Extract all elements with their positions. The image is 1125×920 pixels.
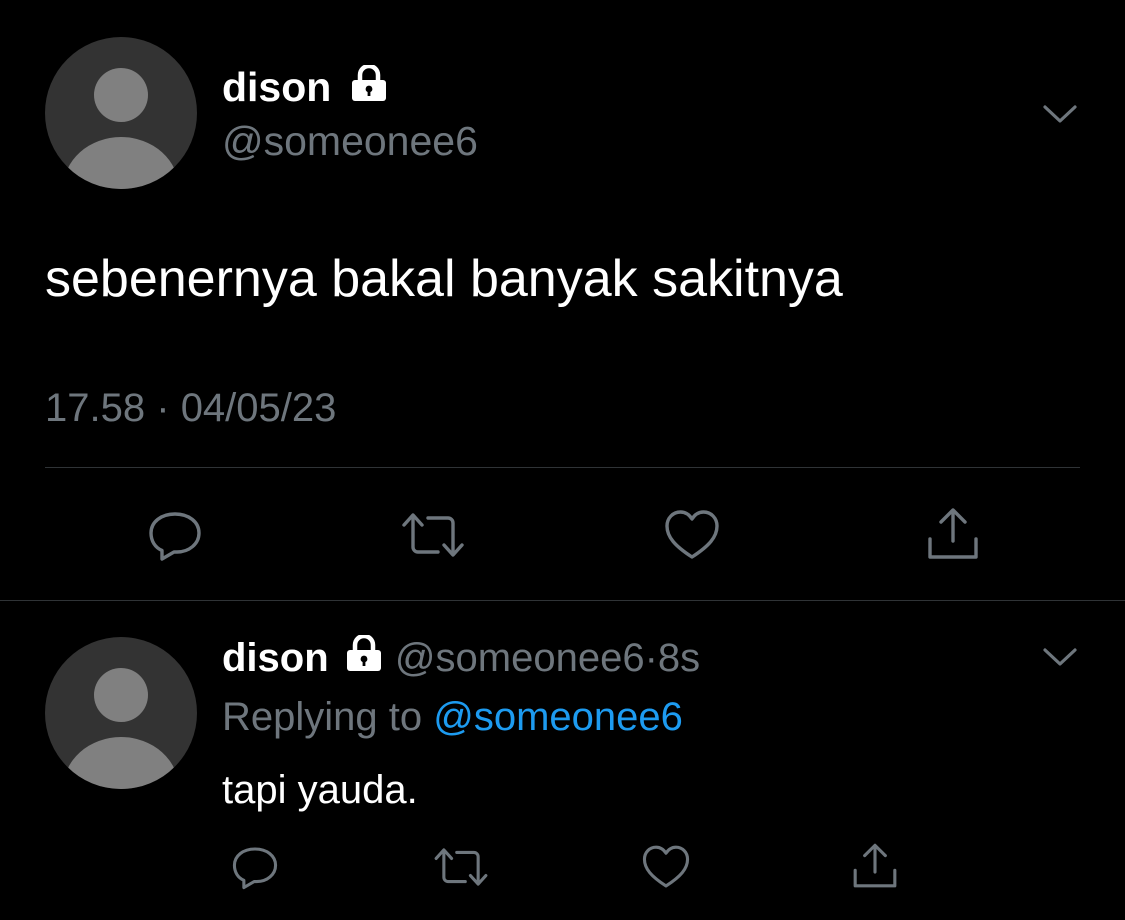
like-icon — [665, 510, 719, 559]
reply-button[interactable] — [140, 505, 210, 565]
replying-handle-link[interactable]: @someonee6 — [433, 695, 683, 739]
chevron-down-icon[interactable] — [1040, 643, 1080, 671]
share-button[interactable] — [845, 838, 905, 894]
time: 17.58 — [45, 386, 146, 430]
date: 04/05/23 — [180, 386, 337, 430]
lock-icon — [344, 633, 384, 682]
divider — [45, 467, 1080, 468]
reply-button[interactable] — [225, 840, 285, 894]
default-avatar-icon — [63, 668, 179, 789]
replying-label: Replying to — [222, 695, 423, 739]
like-button[interactable] — [657, 505, 727, 565]
reply-icon — [232, 847, 278, 890]
reply-text: tapi yauda. — [222, 768, 418, 812]
share-icon — [928, 508, 978, 559]
retweet-icon — [402, 513, 464, 557]
default-avatar-icon — [63, 68, 179, 189]
reply-icon — [149, 512, 201, 561]
like-icon — [642, 845, 690, 888]
separator: · — [156, 386, 170, 430]
like-button[interactable] — [636, 840, 696, 894]
share-button[interactable] — [918, 502, 988, 566]
separator: · — [644, 636, 658, 680]
timestamp: 17.58 · 04/05/23 — [45, 385, 336, 431]
handle[interactable]: @someonee6 — [395, 636, 645, 680]
tweet-text: sebenernya bakal banyak sakitnya — [45, 250, 843, 308]
retweet-icon — [434, 848, 488, 886]
section-divider — [0, 600, 1125, 601]
avatar[interactable] — [45, 37, 197, 189]
display-name[interactable]: dison — [222, 636, 329, 680]
tweet-age: 8s — [657, 636, 701, 680]
handle[interactable]: @someonee6 — [222, 117, 478, 165]
retweet-button[interactable] — [395, 505, 471, 565]
share-icon — [853, 843, 897, 888]
reply-header: dison @someonee6·8s — [222, 633, 701, 682]
avatar[interactable] — [45, 637, 197, 789]
chevron-down-icon[interactable] — [1040, 100, 1080, 128]
lock-icon — [349, 63, 389, 111]
author-line: dison — [222, 63, 389, 111]
display-name[interactable]: dison — [222, 64, 331, 110]
replying-to: Replying to @someonee6 — [222, 693, 683, 741]
retweet-button[interactable] — [428, 840, 494, 894]
